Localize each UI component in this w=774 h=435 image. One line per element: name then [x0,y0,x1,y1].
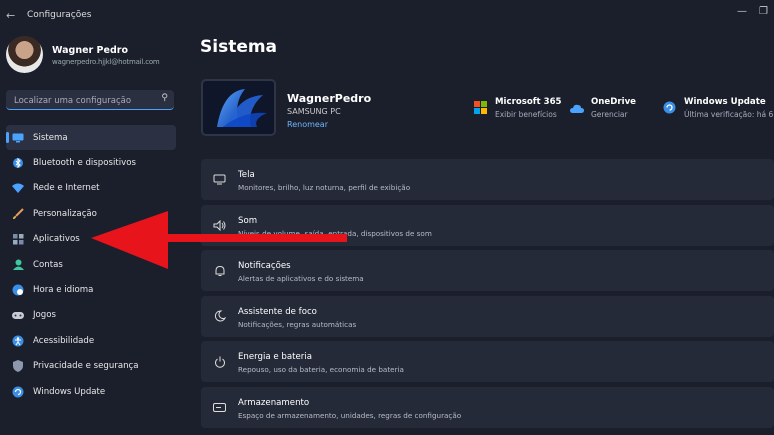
app-title: Configurações [27,10,92,20]
back-arrow-icon[interactable]: ← [6,9,15,22]
sidebar-item-label: Acessibilidade [33,335,95,346]
quick-onedrive[interactable]: OneDrive Gerenciar [570,97,636,119]
sidebar-item-acessibilidade[interactable]: Acessibilidade [6,328,176,353]
sidebar-item-contas[interactable]: Contas [6,252,176,277]
brush-icon [12,208,24,220]
sidebar-item-aplicativos[interactable]: Aplicativos [6,227,176,252]
person-icon [12,259,24,271]
shield-icon [12,360,24,373]
update-icon [12,386,24,398]
rename-link[interactable]: Renomear [287,120,328,129]
quick-windows-update[interactable]: Windows Update Última verificação: há 6 … [663,97,774,119]
accessibility-icon [12,335,24,347]
minimize-icon[interactable]: — [737,6,747,17]
monitor-icon [12,132,24,144]
quick-title: OneDrive [591,97,636,107]
sidebar-item-label: Sistema [33,132,68,143]
card-subtitle: Repouso, uso da bateria, economia de bat… [238,365,404,374]
quick-title: Microsoft 365 [495,97,562,107]
user-name: Wagner Pedro [52,45,128,56]
card-subtitle: Monitores, brilho, luz noturna, perfil d… [238,183,411,192]
device-model: SAMSUNG PC [287,107,341,116]
apps-icon [12,233,24,245]
sidebar-item-hora-idioma[interactable]: Hora e idioma [6,277,176,302]
microsoft-logo-icon [474,99,487,114]
sidebar-item-sistema[interactable]: Sistema [6,125,176,151]
card-title: Som [238,215,258,226]
settings-card-notificacoes[interactable]: Notificações Alertas de aplicativos e do… [201,250,774,291]
search-icon[interactable]: ⚲ [161,93,168,103]
device-name: WagnerPedro [287,92,372,105]
page-title: Sistema [200,37,278,57]
card-subtitle: Espaço de armazenamento, unidades, regra… [238,410,462,420]
card-subtitle: Alertas de aplicativos e do sistema [238,274,364,283]
card-title: Notificações [238,261,291,271]
main-content: Sistema WagnerPedro SAMSUNG PC Renomear … [190,30,774,435]
sidebar-item-label: Privacidade e segurança [33,361,139,372]
title-bar: ← Configurações — ❐ [0,0,774,30]
power-icon [213,355,226,368]
sidebar-item-jogos[interactable]: Jogos [6,303,176,328]
sidebar-item-label: Jogos [33,310,56,321]
card-title: Armazenamento [238,397,310,408]
card-subtitle: Notificações, regras automáticas [238,319,357,329]
sidebar-item-label: Hora e idioma [33,285,94,296]
settings-list: Tela Monitores, brilho, luz noturna, per… [201,159,774,432]
search-box[interactable]: ⚲ [6,90,174,110]
update-icon [663,99,676,114]
card-title: Energia e bateria [238,352,312,362]
storage-icon [213,401,226,414]
settings-card-tela[interactable]: Tela Monitores, brilho, luz noturna, per… [201,159,774,200]
sidebar-item-rede[interactable]: Rede e Internet [6,176,176,201]
user-email: wagnerpedro.hjjkl@hotmail.com [52,58,160,66]
bell-icon [213,264,226,277]
sidebar-item-privacidade[interactable]: Privacidade e segurança [6,354,176,379]
sidebar-nav: Sistema Bluetooth e dispositivos Rede e … [6,125,176,404]
card-title: Assistente de foco [238,306,317,317]
sidebar-item-label: Aplicativos [33,234,80,245]
sidebar-item-personalizacao[interactable]: Personalização [6,201,176,226]
card-title: Tela [238,170,255,180]
sidebar-item-label: Contas [33,259,63,270]
wifi-icon [12,182,24,194]
avatar[interactable] [6,36,43,73]
sidebar-item-label: Personalização [33,208,97,219]
sidebar-item-bluetooth[interactable]: Bluetooth e dispositivos [6,150,176,175]
quick-subtitle: Gerenciar [591,110,628,119]
cloud-icon [570,99,584,113]
settings-card-assistente-foco[interactable]: Assistente de foco Notificações, regras … [201,295,774,337]
search-input[interactable] [12,93,156,108]
moon-icon [213,310,226,323]
quick-subtitle: Última verificação: há 6 h [684,110,774,119]
device-wallpaper-thumbnail [201,79,276,136]
settings-card-energia[interactable]: Energia e bateria Repouso, uso da bateri… [201,341,774,382]
sidebar-item-label: Bluetooth e dispositivos [33,158,136,169]
sidebar-item-label: Windows Update [33,386,106,397]
settings-card-som[interactable]: Som Níveis de volume, saída, entrada, di… [201,204,774,246]
bluetooth-icon [12,157,24,169]
settings-card-armazenamento[interactable]: Armazenamento Espaço de armazenamento, u… [201,386,774,428]
quick-title: Windows Update [684,97,766,107]
sidebar-item-label: Rede e Internet [33,183,100,194]
quick-microsoft-365[interactable]: Microsoft 365 Exibir benefícios [474,97,562,119]
globe-clock-icon [12,284,24,296]
speaker-icon [213,219,226,232]
quick-subtitle: Exibir benefícios [495,110,557,119]
card-subtitle: Níveis de volume, saída, entrada, dispos… [238,228,432,238]
display-icon [213,173,226,186]
sidebar-item-windows-update[interactable]: Windows Update [6,379,176,404]
gamepad-icon [12,309,24,321]
restore-icon[interactable]: ❐ [759,6,768,17]
